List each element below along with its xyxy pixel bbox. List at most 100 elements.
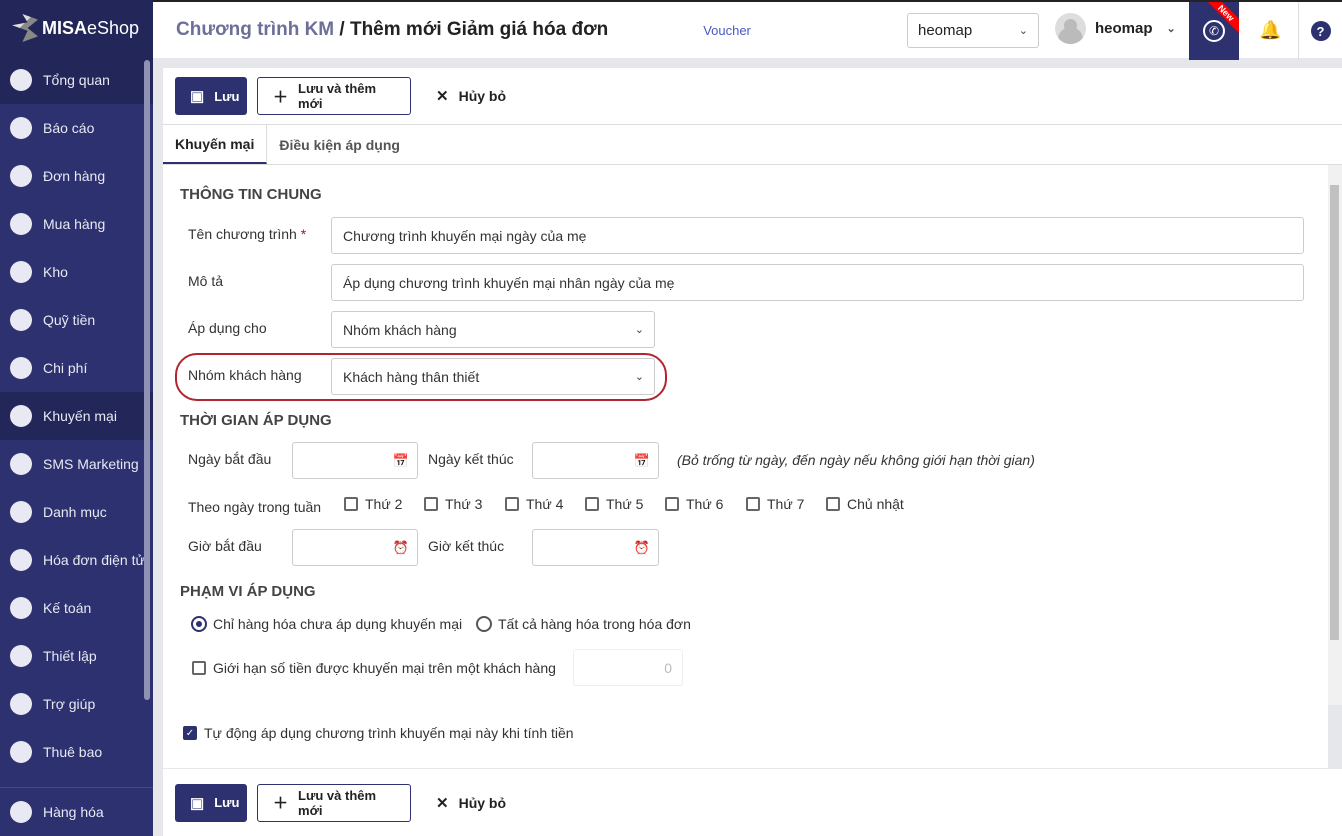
- end-time-input[interactable]: ⏰: [532, 529, 659, 566]
- help-icon: ?: [1310, 21, 1331, 41]
- close-icon: ✕: [436, 794, 449, 812]
- section-general: THÔNG TIN CHUNG: [180, 186, 322, 203]
- radio[interactable]: [191, 616, 207, 632]
- chevron-down-icon: ⌄: [1018, 25, 1028, 37]
- user-menu[interactable]: heomap ⌄: [1055, 13, 1176, 44]
- bottom-toolbar: ▣ Lưu ＋ Lưu và thêm mới ✕ Hủy bỏ: [163, 769, 1342, 836]
- end-date-input[interactable]: 📅: [532, 442, 659, 479]
- weekday-checkbox[interactable]: Chủ nhật: [826, 496, 904, 512]
- weekday-checkbox[interactable]: Thứ 2: [344, 496, 402, 512]
- weekday-checkbox[interactable]: Thứ 3: [424, 496, 482, 512]
- program-name-input[interactable]: Chương trình khuyến mại ngày của mẹ: [331, 217, 1304, 254]
- checkbox[interactable]: [746, 497, 760, 511]
- sidebar-item-7[interactable]: Khuyến mại: [0, 392, 153, 440]
- sidebar-item-10[interactable]: Hóa đơn điện tử: [0, 536, 153, 584]
- scrollbar-thumb[interactable]: [1330, 185, 1339, 640]
- checkbox[interactable]: [665, 497, 679, 511]
- invoice-icon: [10, 549, 32, 571]
- checkbox[interactable]: [505, 497, 519, 511]
- help-button[interactable]: ?: [1298, 2, 1342, 60]
- checkbox[interactable]: [424, 497, 438, 511]
- misa-logo-icon: [12, 14, 38, 42]
- avatar: [1055, 13, 1086, 44]
- bell-icon[interactable]: 🔔: [1259, 20, 1281, 41]
- group-label: Nhóm khách hàng: [188, 367, 302, 383]
- save-and-add-button[interactable]: ＋ Lưu và thêm mới: [257, 783, 411, 822]
- weekday-checkbox[interactable]: Thứ 6: [665, 496, 723, 512]
- end-time-label: Giờ kết thúc: [428, 538, 505, 554]
- customer-group-select[interactable]: Khách hàng thân thiết ⌄: [331, 358, 655, 395]
- cancel-button[interactable]: ✕ Hủy bỏ: [421, 784, 521, 822]
- chevron-down-icon: ⌄: [634, 324, 644, 336]
- scope-radio-all[interactable]: Tất cả hàng hóa trong hóa đơn: [476, 616, 691, 632]
- desc-label: Mô tả: [188, 273, 224, 289]
- sidebar-item-5[interactable]: Quỹ tiền: [0, 296, 153, 344]
- gift-icon: [10, 405, 32, 427]
- checkbox[interactable]: [585, 497, 599, 511]
- limit-amount-input[interactable]: 0: [573, 649, 683, 686]
- hotline-button[interactable]: ✆ New: [1189, 2, 1239, 60]
- radio[interactable]: [476, 616, 492, 632]
- pie-chart-icon: [10, 117, 32, 139]
- floppy-icon: ▣: [190, 88, 205, 105]
- sidebar-item-8[interactable]: SMS Marketing: [0, 440, 153, 488]
- end-date-label: Ngày kết thúc: [428, 451, 514, 467]
- cancel-button[interactable]: ✕ Hủy bỏ: [421, 77, 521, 115]
- checkbox-checked[interactable]: ✓: [183, 726, 197, 740]
- boxes-icon: [10, 801, 32, 823]
- checkbox[interactable]: [192, 661, 206, 675]
- sidebar-item-0[interactable]: Tổng quan: [0, 56, 153, 104]
- weekday-checkbox[interactable]: Thứ 5: [585, 496, 643, 512]
- calendar-icon[interactable]: 📅: [634, 453, 650, 469]
- checkbox[interactable]: [826, 497, 840, 511]
- limit-checkbox[interactable]: Giới hạn số tiền được khuyến mại trên mộ…: [192, 660, 556, 676]
- content-scrollbar[interactable]: [1328, 165, 1342, 705]
- start-time-input[interactable]: ⏰: [292, 529, 418, 566]
- sidebar-scrollbar[interactable]: [144, 60, 150, 700]
- sidebar-item-2[interactable]: Đơn hàng: [0, 152, 153, 200]
- sidebar-item-9[interactable]: Danh mục: [0, 488, 153, 536]
- floppy-icon: ▣: [190, 794, 205, 812]
- plus-icon: ＋: [273, 88, 289, 106]
- shop-select[interactable]: heomap ⌄: [907, 13, 1039, 48]
- auto-apply-checkbox[interactable]: ✓ Tự động áp dụng chương trình khuyến mại…: [183, 725, 574, 741]
- start-date-input[interactable]: 📅: [292, 442, 418, 479]
- phone-icon: [10, 453, 32, 475]
- sidebar-item-14[interactable]: Thuê bao: [0, 728, 153, 776]
- apply-label: Áp dụng cho: [188, 320, 267, 336]
- save-and-add-button[interactable]: ＋ Lưu và thêm mới: [257, 77, 411, 115]
- weekday-checkbox[interactable]: Thứ 7: [746, 496, 804, 512]
- calendar-icon[interactable]: 📅: [393, 453, 409, 469]
- alarm-clock-icon[interactable]: ⏰: [634, 540, 650, 556]
- description-input[interactable]: Áp dụng chương trình khuyến mại nhân ngà…: [331, 264, 1304, 301]
- sidebar-item-3[interactable]: Mua hàng: [0, 200, 153, 248]
- apply-for-select[interactable]: Nhóm khách hàng ⌄: [331, 311, 655, 348]
- close-icon: ✕: [436, 88, 449, 105]
- sidebar-item-1[interactable]: Báo cáo: [0, 104, 153, 152]
- sidebar-item-11[interactable]: Kế toán: [0, 584, 153, 632]
- alarm-clock-icon[interactable]: ⏰: [393, 540, 409, 556]
- breadcrumb-link[interactable]: Chương trình KM: [176, 19, 334, 40]
- form-content: THÔNG TIN CHUNG Tên chương trình * Chươn…: [163, 165, 1328, 768]
- chevron-down-icon: ⌄: [634, 371, 644, 383]
- save-button[interactable]: ▣ Lưu: [175, 783, 247, 822]
- checkbox[interactable]: [344, 497, 358, 511]
- weekday-checkbox[interactable]: Thứ 4: [505, 496, 563, 512]
- warehouse-icon: [10, 261, 32, 283]
- sidebar-item-4[interactable]: Kho: [0, 248, 153, 296]
- sidebar-item-13[interactable]: Trợ giúp: [0, 680, 153, 728]
- section-time: THỜI GIAN ÁP DỤNG: [180, 412, 332, 429]
- chevron-down-icon: ⌄: [1166, 23, 1176, 35]
- sidebar-item-6[interactable]: Chi phí: [0, 344, 153, 392]
- logo[interactable]: MISA eShop: [0, 0, 153, 56]
- section-scope: PHẠM VI ÁP DỤNG: [180, 583, 316, 600]
- scope-radio-unpromoted[interactable]: Chỉ hàng hóa chưa áp dụng khuyến mại: [191, 616, 462, 632]
- save-button[interactable]: ▣ Lưu: [175, 77, 247, 115]
- tab-dieu-kien[interactable]: Điều kiện áp dụng: [267, 125, 412, 164]
- voucher-link[interactable]: Voucher: [703, 23, 751, 38]
- sidebar-item-12[interactable]: Thiết lập: [0, 632, 153, 680]
- sidebar-item-hang-hoa[interactable]: Hàng hóa: [0, 788, 153, 836]
- start-date-label: Ngày bắt đầu: [188, 451, 272, 467]
- tab-khuyen-mai[interactable]: Khuyến mại: [163, 125, 268, 164]
- help-icon: [10, 693, 32, 715]
